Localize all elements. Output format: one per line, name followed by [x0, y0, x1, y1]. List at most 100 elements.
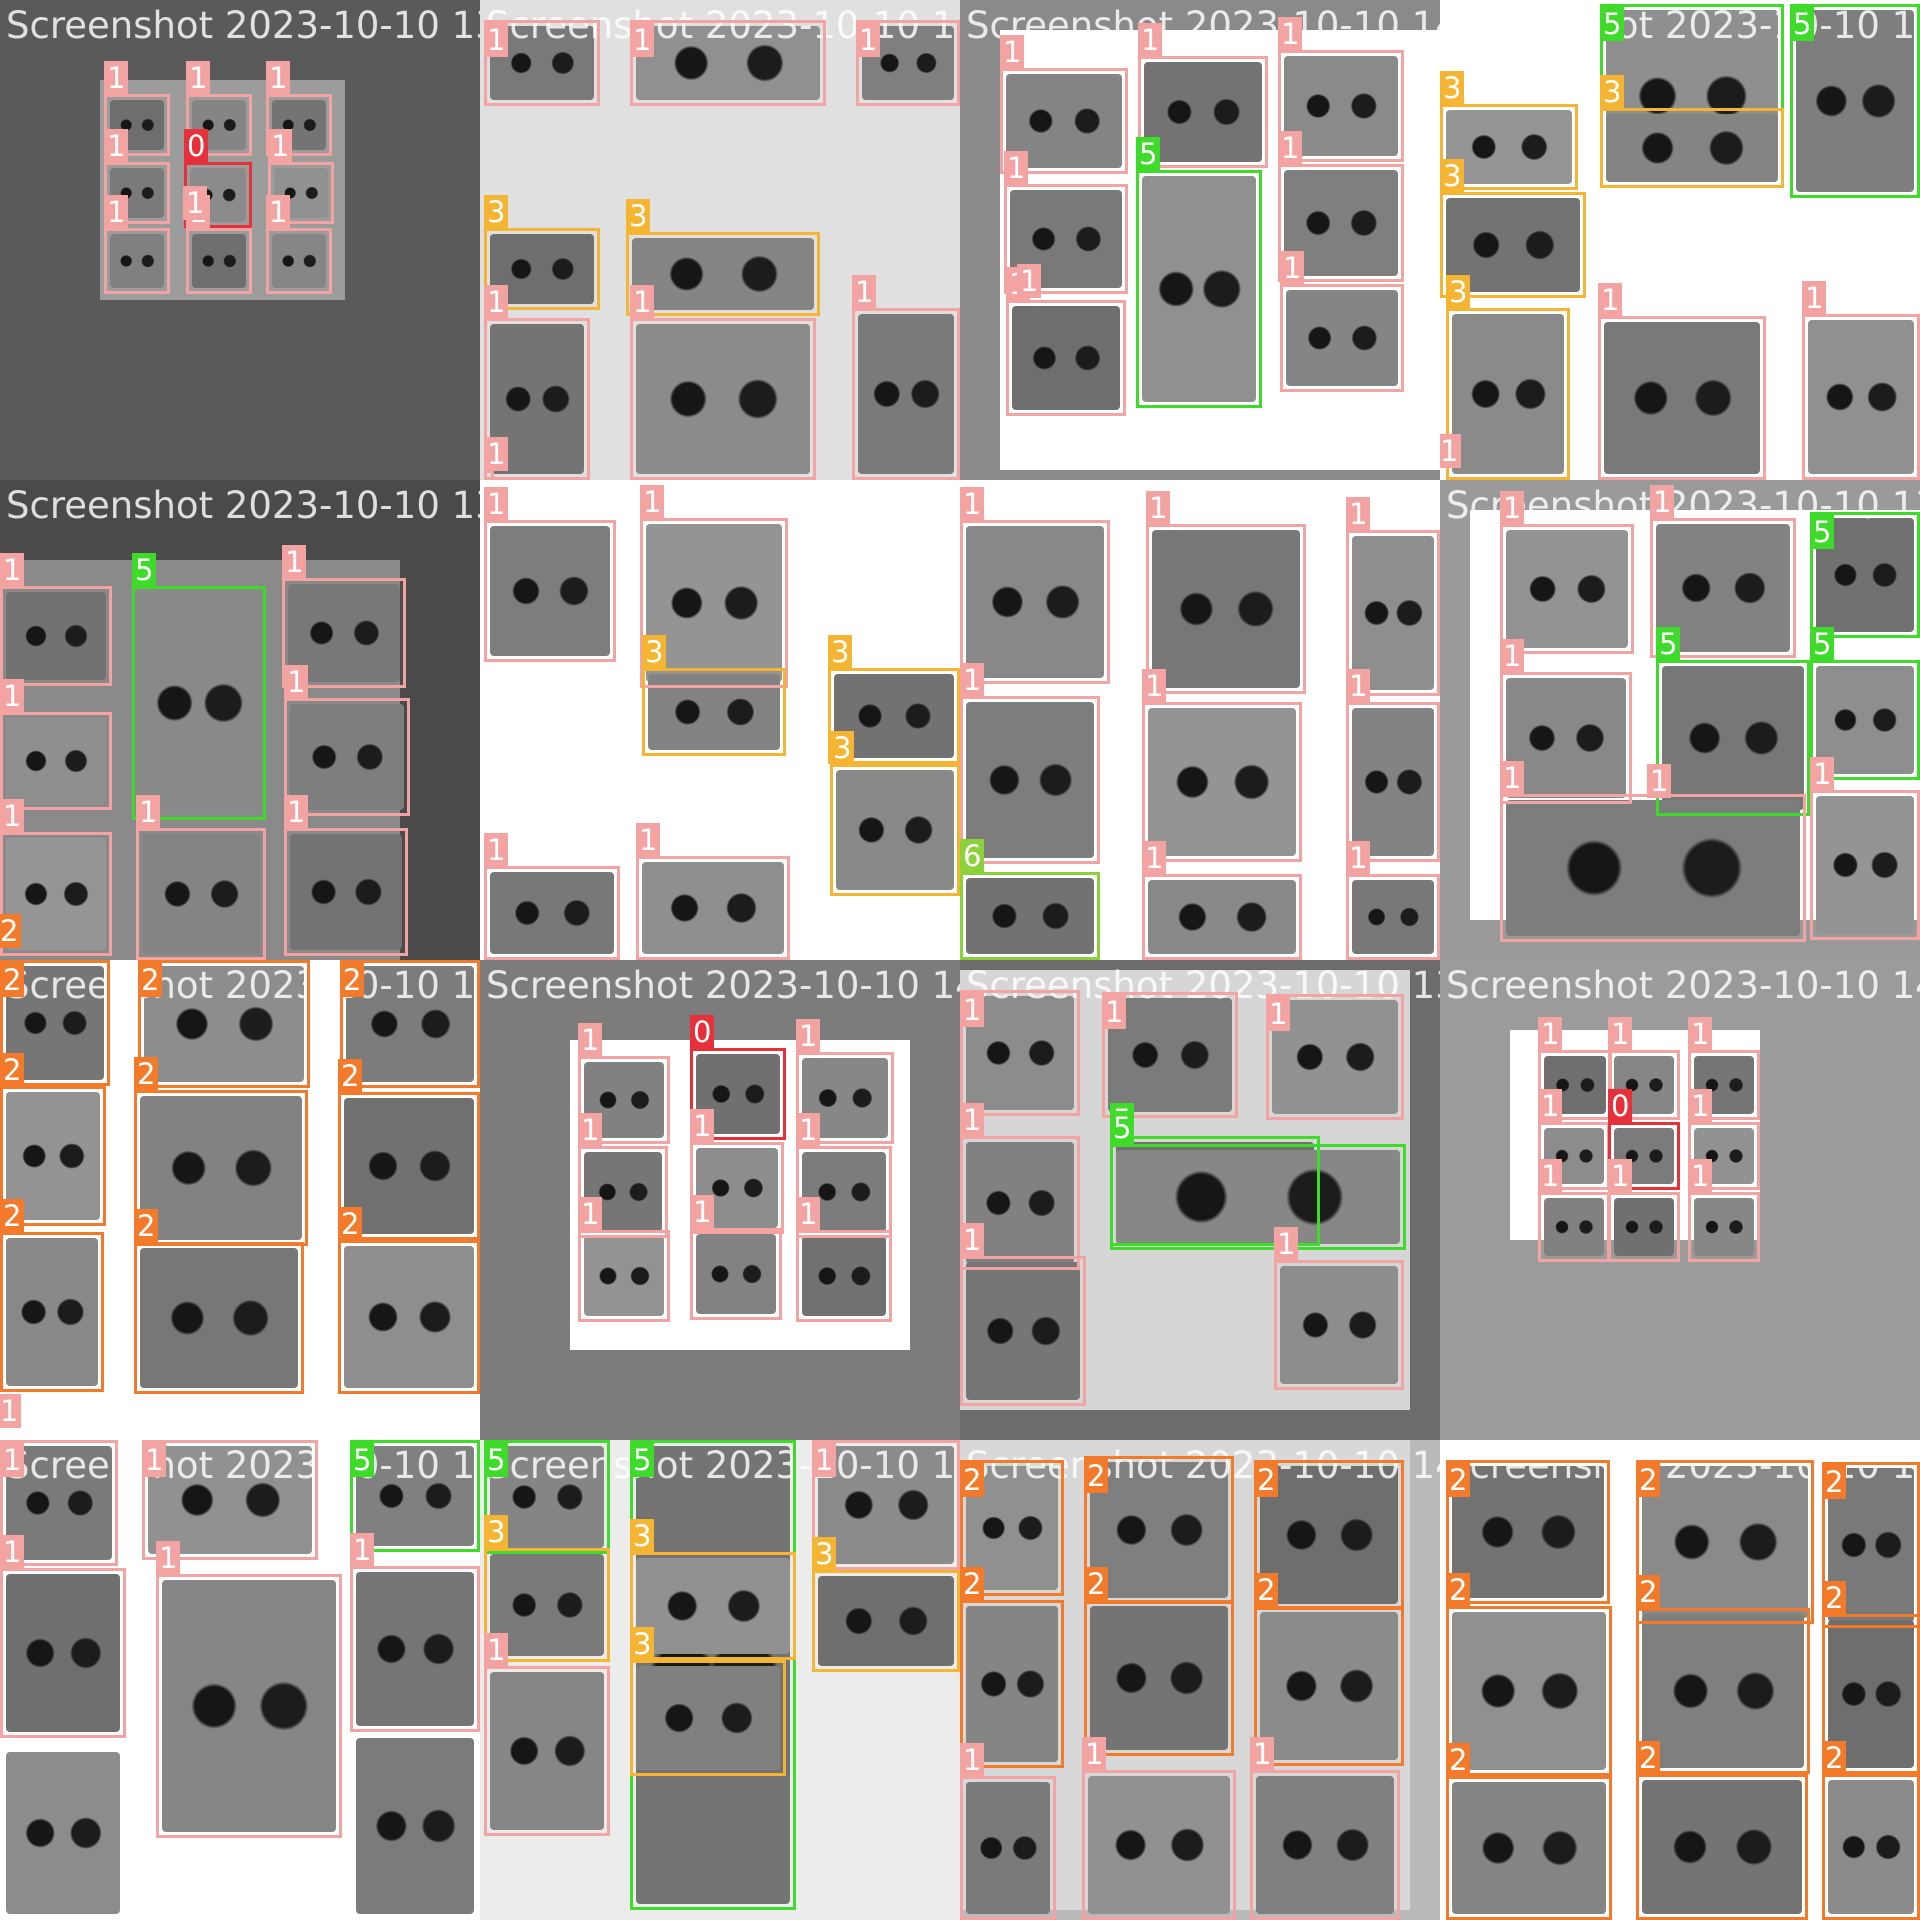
detection-box: 1 — [0, 553, 112, 686]
class-label: 1 — [1102, 995, 1127, 1029]
detection-box: 2 — [1446, 1460, 1610, 1604]
detection-box: 3 — [630, 1627, 786, 1776]
class-label: 1 — [1647, 764, 1672, 798]
class-label: 1 — [1142, 669, 1167, 703]
class-label: 1 — [1146, 491, 1171, 525]
class-label: 2 — [0, 963, 25, 997]
class-label: 1 — [266, 61, 291, 95]
class-label: 1 — [183, 186, 208, 220]
class-label: 1 — [1598, 283, 1623, 317]
detection-box: 1 — [852, 275, 960, 480]
class-label: 1 — [104, 195, 129, 229]
class-label: 2 — [338, 1059, 363, 1093]
detection-box: 3 — [1600, 75, 1784, 188]
class-label: 3 — [642, 635, 667, 669]
class-label: 5 — [1810, 627, 1835, 661]
class-label: 1 — [1280, 251, 1305, 285]
class-label: 1 — [630, 23, 655, 57]
tile-filename: Screenshot 2023-10-10 140 — [1446, 964, 1920, 1007]
class-label: 1 — [350, 1533, 375, 1567]
mosaic-tile: Screenshot 2023-10-10 134 1 1 5 1 5 5 1 1 1 — [1440, 480, 1920, 960]
class-label: 3 — [630, 1627, 655, 1661]
class-label: 1 — [1802, 281, 1827, 315]
class-label: 2 — [1254, 1463, 1279, 1497]
class-label: 1 — [142, 1443, 167, 1477]
mosaic-tile: Screenshot 2023-10-10 135325.jpeg115111 — [0, 1440, 480, 1920]
detection-box: 5 — [132, 553, 266, 820]
detection-box: 5 — [1790, 4, 1920, 198]
class-label: 1 — [690, 1195, 715, 1229]
class-label: 3 — [630, 1519, 655, 1553]
class-label: 1 — [636, 823, 661, 857]
class-label: 3 — [1440, 159, 1465, 193]
detection-box: 1 — [796, 1197, 892, 1322]
class-label: 1 — [0, 679, 25, 713]
mosaic-tile: Screenshot 2023-10-10 142138.jpeg1111116… — [960, 480, 1440, 960]
detection-box: 2 — [1254, 1573, 1404, 1766]
mosaic-tile: Screenshot 2023-10-10 140231.jpeg 1 0 1 1 1 1 1… — [480, 960, 960, 1440]
class-label: 2 — [960, 1567, 985, 1601]
detection-box: 1 — [960, 1743, 1056, 1920]
class-label: 6 — [960, 839, 985, 873]
detection-box: 2 — [1822, 1741, 1920, 1920]
class-label: 2 — [1084, 1567, 1109, 1601]
class-label: 1 — [1017, 264, 1042, 298]
class-label: 1 — [136, 795, 161, 829]
class-label: 1 — [578, 1023, 603, 1057]
mosaic-tile: Screenshot 2023-10-10 135212.jpeg1111551… — [960, 960, 1440, 1440]
class-label: 0 — [184, 129, 209, 163]
class-label: 1 — [156, 1541, 181, 1575]
detection-box: 2 — [138, 960, 310, 1088]
class-label: 1 — [1250, 1737, 1275, 1771]
class-label: 1 — [1538, 1017, 1563, 1051]
detection-box: 1 — [1250, 1737, 1400, 1920]
detection-box: 1 — [960, 487, 1110, 684]
class-label: 1 — [578, 1197, 603, 1231]
tile-filename: Screenshot 2023-10-10 1344.jpeg — [6, 4, 480, 47]
detection-box: 1 — [578, 1197, 670, 1322]
class-label: 1 — [1142, 841, 1167, 875]
class-label: 3 — [1446, 275, 1471, 309]
class-label: 0 — [1608, 1089, 1633, 1123]
detection-box: 5 — [1656, 627, 1810, 816]
class-label: 5 — [484, 1443, 509, 1477]
detection-box: 5 — [1110, 1111, 1406, 1250]
detection-box: 1 — [484, 487, 616, 662]
class-label: 1 — [284, 795, 309, 829]
class-label: 2 — [138, 963, 163, 997]
class-label: 1 — [1608, 1159, 1633, 1193]
class-label: 1 — [796, 1197, 821, 1231]
class-label: 2 — [340, 963, 365, 997]
detection-box: 1 — [1266, 994, 1404, 1120]
class-label: 3 — [484, 195, 509, 229]
detection-box: 1 — [1538, 1159, 1610, 1262]
detection-box: 3 — [642, 635, 786, 756]
class-label: 3 — [1440, 71, 1465, 105]
class-label: 1 — [282, 545, 307, 579]
class-label: 2 — [1254, 1573, 1279, 1607]
detection-box: 1 — [104, 195, 170, 294]
class-label: 1 — [960, 993, 985, 1027]
detection-box: 1 — [960, 990, 1080, 1116]
class-label: 1 — [856, 23, 881, 57]
class-label: 2 — [134, 1209, 159, 1243]
class-label: 2 — [1636, 1575, 1661, 1609]
detection-box: 1 — [630, 285, 816, 480]
class-label: 2 — [1446, 1463, 1471, 1497]
detection-box: 1 — [1598, 283, 1766, 480]
class-label: 1 — [960, 487, 985, 521]
class-label: 1 — [1500, 761, 1525, 795]
class-label: 1 — [0, 1535, 25, 1569]
class-label: 2 — [1822, 1465, 1847, 1499]
class-label: 1 — [1138, 23, 1163, 57]
detection-box: 1 — [1082, 1737, 1236, 1920]
detection-box: 2 — [1636, 1460, 1814, 1624]
class-label: 1 — [484, 487, 509, 521]
detection-box: 2 — [1084, 1567, 1234, 1756]
class-label: 5 — [1110, 1111, 1135, 1145]
detection-box: 2 — [134, 1057, 308, 1246]
class-label: 3 — [626, 199, 651, 233]
class-label: 1 — [1346, 497, 1371, 531]
detection-mosaic: Screenshot 2023-10-10 1344.jpeg 1 1 1 0 1 1 1 1 1… — [0, 0, 1920, 1920]
detection-box: 1 — [1146, 491, 1306, 694]
